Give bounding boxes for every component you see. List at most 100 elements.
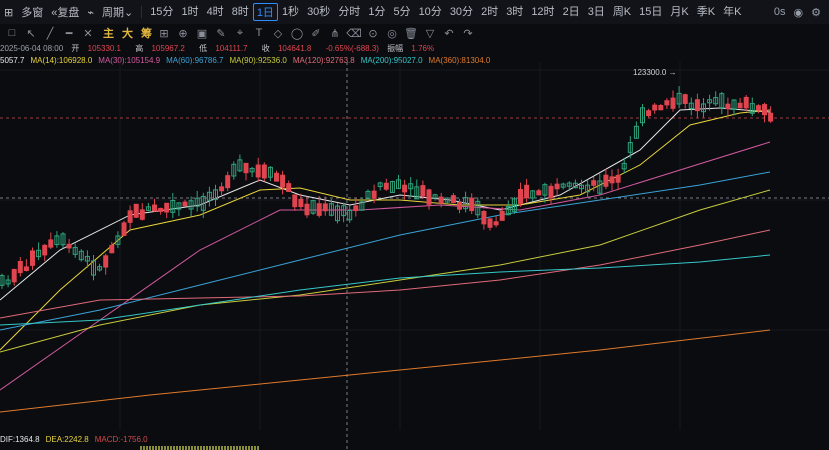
macd-bar-257 — [257, 446, 259, 450]
candle-body-107 — [652, 104, 658, 111]
candle-body-17 — [103, 255, 109, 268]
ma-line-1 — [0, 109, 771, 351]
candle-body-88 — [536, 190, 542, 196]
candle-body-23 — [139, 209, 145, 220]
macd-histogram — [140, 446, 259, 450]
ma-line-6 — [0, 254, 771, 326]
moving-average-lines — [0, 107, 771, 413]
candle-body-86 — [524, 184, 530, 199]
ma-line-7 — [0, 329, 771, 413]
candle-body-37 — [225, 175, 231, 189]
candle-body-5 — [30, 250, 35, 266]
macd-label-0: DIF:1364.8 — [0, 435, 40, 444]
candle-body-48 — [292, 194, 298, 208]
candle-body-122 — [743, 96, 749, 109]
candle-body-106 — [646, 110, 652, 117]
candle-body-91 — [554, 183, 560, 190]
candle-body-18 — [109, 244, 115, 254]
candle-body-69 — [420, 185, 426, 197]
candle-body-25 — [152, 204, 157, 212]
macd-bar-188 — [188, 446, 190, 450]
candle-body-85 — [518, 189, 523, 204]
macd-bar-215 — [215, 446, 217, 450]
macd-bar-251 — [251, 446, 253, 450]
macd-bar-155 — [155, 446, 157, 450]
candle-body-20 — [121, 222, 127, 236]
macd-bar-170 — [170, 446, 172, 450]
ma-line-0 — [0, 107, 771, 301]
candle-body-74 — [450, 195, 456, 204]
candle-body-125 — [762, 104, 767, 116]
macd-bar-209 — [209, 446, 211, 450]
ma-line-2 — [0, 141, 771, 391]
macd-bar-158 — [158, 446, 160, 450]
macd-legend: DIF:1364.8 DEA:2242.8 MACD:-1756.0 — [0, 435, 154, 444]
macd-bar-149 — [149, 446, 151, 450]
candle-body-21 — [127, 210, 133, 223]
candle-body-119 — [725, 103, 731, 110]
macd-bar-194 — [194, 446, 196, 450]
peak-price-label: 123300.0 → — [633, 68, 677, 77]
macd-bar-233 — [233, 446, 235, 450]
candle-body-82 — [499, 210, 505, 221]
candle-body-53 — [322, 203, 328, 212]
peak-value: 123300.0 — [633, 68, 667, 77]
candle-body-97 — [591, 180, 597, 186]
candle-body-7 — [42, 244, 48, 256]
macd-bar-140 — [140, 446, 142, 450]
candle-body-49 — [298, 198, 304, 208]
candle-body-121 — [737, 102, 743, 109]
candle-body-52 — [316, 203, 322, 216]
macd-bar-212 — [212, 446, 214, 450]
candlestick-chart[interactable] — [0, 0, 829, 450]
candle-body-77 — [469, 197, 475, 212]
candle-body-4 — [23, 266, 29, 272]
candle-body-100 — [609, 176, 615, 184]
candle-body-40 — [243, 162, 249, 174]
macd-bar-230 — [230, 446, 232, 450]
macd-label-1: DEA:2242.8 — [45, 435, 89, 444]
candle-body-101 — [615, 174, 621, 183]
macd-bar-167 — [167, 446, 169, 450]
macd-bar-161 — [161, 446, 163, 450]
macd-bar-197 — [197, 446, 199, 450]
candle-body-114 — [694, 99, 700, 112]
ma-line-4 — [0, 189, 771, 353]
macd-bar-176 — [176, 446, 178, 450]
candle-body-75 — [457, 201, 462, 210]
macd-bar-191 — [191, 446, 193, 450]
candle-body-3 — [17, 261, 23, 274]
candle-body-30 — [182, 201, 188, 207]
candle-body-79 — [481, 210, 487, 225]
macd-bar-173 — [173, 446, 175, 450]
candle-body-42 — [255, 164, 261, 178]
candle-body-112 — [682, 94, 688, 104]
macd-bar-245 — [245, 446, 247, 450]
macd-bar-200 — [200, 446, 202, 450]
candle-body-36 — [219, 186, 225, 192]
macd-bar-239 — [239, 446, 241, 450]
candle-body-43 — [261, 164, 267, 179]
candle-body-46 — [280, 174, 286, 188]
candle-body-22 — [133, 203, 139, 218]
candle-body-50 — [304, 203, 310, 216]
candle-body-108 — [658, 105, 664, 111]
candle-body-110 — [670, 97, 676, 109]
macd-bar-203 — [203, 446, 205, 450]
candle-body-61 — [371, 190, 377, 199]
candle-body-70 — [426, 189, 432, 205]
macd-bar-206 — [206, 446, 208, 450]
candle-body-63 — [383, 182, 389, 190]
macd-bar-179 — [179, 446, 181, 450]
macd-bar-236 — [236, 446, 238, 450]
candle-body-124 — [755, 105, 761, 111]
candle-body-45 — [274, 172, 279, 182]
candle-body-90 — [548, 185, 554, 199]
chart-grid — [0, 62, 829, 450]
macd-bar-218 — [218, 446, 220, 450]
candle-body-47 — [286, 183, 292, 192]
candle-body-58 — [353, 205, 359, 212]
candle-body-26 — [158, 207, 164, 212]
candle-body-27 — [164, 202, 170, 213]
candle-body-80 — [487, 218, 493, 228]
